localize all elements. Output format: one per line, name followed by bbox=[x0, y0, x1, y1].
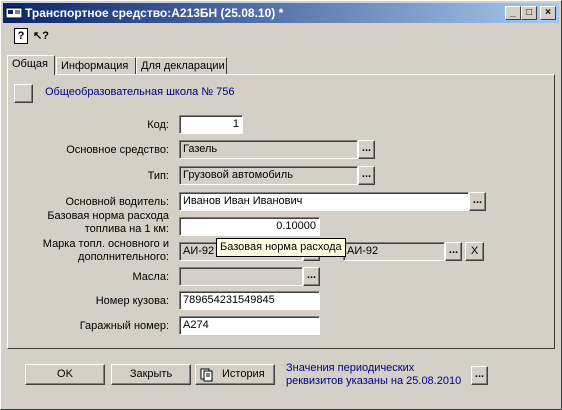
garage-number-label: Гаражный номер: bbox=[79, 320, 169, 332]
close-form-button[interactable]: Закрыть bbox=[111, 364, 191, 385]
ok-button[interactable]: OK bbox=[25, 364, 105, 385]
asset-label: Основное средство: bbox=[66, 144, 169, 156]
tab-info[interactable]: Информация bbox=[56, 57, 136, 74]
toolbar: ? ↖? bbox=[3, 25, 559, 47]
type-label: Тип: bbox=[147, 170, 169, 182]
window: Транспортное средство:А213БН (25.08.10) … bbox=[0, 0, 562, 410]
driver-select-button[interactable]: ... bbox=[469, 192, 486, 211]
fuel-extra-select-button[interactable]: ... bbox=[445, 242, 462, 261]
oil-label: Масла: bbox=[132, 271, 170, 283]
minimize-button[interactable]: _ bbox=[505, 6, 521, 20]
driver-field[interactable]: Иванов Иван Иванович bbox=[179, 192, 469, 211]
close-button[interactable]: × bbox=[540, 6, 556, 20]
body-number-label: Номер кузова: bbox=[95, 295, 169, 307]
norm-label-line1: Базовая норма расхода bbox=[47, 210, 169, 222]
fuel-label-line1: Марка топл. основного и bbox=[42, 238, 169, 250]
code-field[interactable]: 1 bbox=[179, 115, 243, 134]
norm-tooltip: Базовая норма расхода bbox=[216, 238, 346, 257]
oil-select-button[interactable]: ... bbox=[303, 267, 320, 286]
type-field[interactable]: Грузовой автомобиль bbox=[179, 166, 358, 185]
window-title: Транспортное средство:А213БН (25.08.10) … bbox=[25, 6, 284, 20]
norm-label-line2: топлива на 1 км: bbox=[84, 223, 169, 235]
owner-link[interactable]: Общеобразовательная школа № 756 bbox=[45, 86, 235, 98]
title-bar[interactable]: Транспортное средство:А213БН (25.08.10) … bbox=[3, 3, 559, 23]
fuel-extra-clear-button[interactable]: X bbox=[465, 242, 484, 261]
tab-general[interactable]: Общая bbox=[7, 55, 55, 75]
owner-select-button[interactable] bbox=[14, 84, 33, 103]
asset-select-button[interactable]: ... bbox=[358, 140, 375, 159]
maximize-button[interactable]: □ bbox=[521, 6, 537, 20]
periodic-note-line2: реквизитов указаны на 25.08.2010 bbox=[286, 375, 462, 387]
norm-field[interactable]: 0.10000 bbox=[179, 217, 320, 236]
periodic-note-line1: Значения периодических bbox=[286, 362, 415, 374]
periodic-select-button[interactable]: ... bbox=[471, 366, 488, 385]
whatsthis-icon: ↖? bbox=[33, 30, 49, 42]
whatsthis-button[interactable]: ↖? bbox=[33, 27, 53, 45]
driver-label: Основной водитель: bbox=[65, 196, 169, 208]
history-label: История bbox=[222, 368, 265, 380]
body-number-field[interactable]: 789654231549845 bbox=[179, 291, 320, 310]
garage-number-field[interactable]: А274 bbox=[179, 316, 320, 335]
help-icon: ? bbox=[14, 28, 28, 44]
asset-field[interactable]: Газель bbox=[179, 140, 358, 159]
help-button[interactable]: ? bbox=[11, 27, 31, 45]
vehicle-icon bbox=[6, 7, 22, 19]
code-label: Код: bbox=[147, 119, 169, 131]
oil-field[interactable] bbox=[179, 267, 303, 286]
fuel-extra-field[interactable]: АИ-92 bbox=[343, 242, 445, 261]
fuel-label-line2: дополнительного: bbox=[78, 251, 169, 263]
tab-declaration[interactable]: Для декларации bbox=[136, 57, 227, 74]
history-icon bbox=[200, 368, 213, 382]
history-button[interactable]: История bbox=[195, 364, 275, 385]
type-select-button[interactable]: ... bbox=[358, 166, 375, 185]
